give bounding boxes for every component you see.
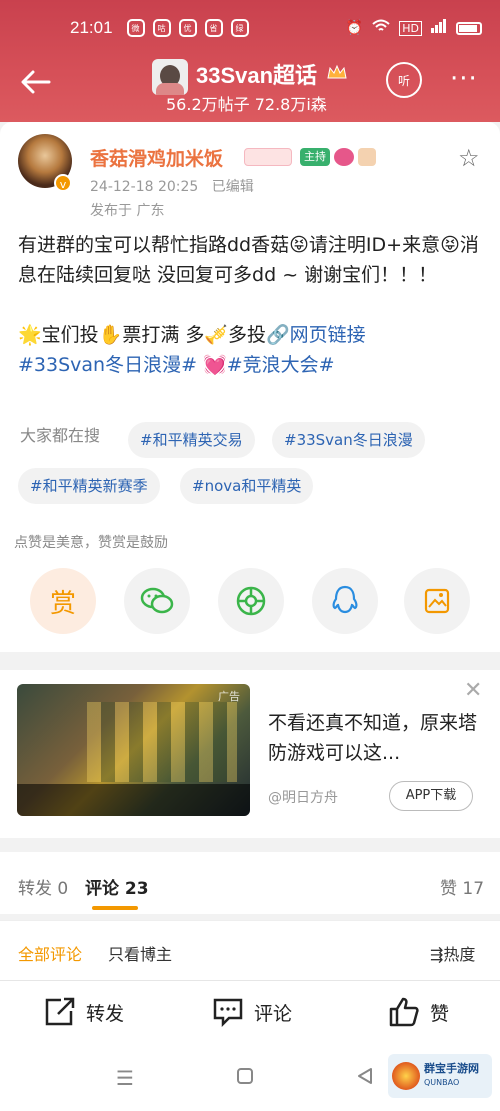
host-chip: 主持 — [300, 148, 330, 166]
hot-tag[interactable]: #33Svan冬日浪漫 — [272, 422, 425, 458]
moments-share-button[interactable] — [218, 568, 284, 634]
notification-icons: 微 咕 优 省 绿 — [126, 19, 249, 37]
author-name[interactable]: 香菇滑鸡加米饭 — [90, 144, 223, 171]
headphones-icon: 听 — [397, 73, 410, 88]
signal-icon — [431, 19, 447, 37]
watermark-text: 群宝手游网 — [424, 1062, 479, 1075]
topic-avatar[interactable] — [152, 59, 188, 95]
save-image-icon — [424, 588, 450, 614]
bag-notify-icon: 优 — [178, 19, 197, 37]
repost-button[interactable]: 转发 — [44, 997, 124, 1027]
close-icon[interactable]: ✕ — [464, 678, 482, 703]
listen-button[interactable]: 听 — [386, 62, 422, 98]
post-paragraph: 有进群的宝可以帮忙指路dd香菇😝请注明ID+来意😝消息在陆续回复哒 没回复可多d… — [18, 234, 479, 286]
action-bar: 转发 评论 赞 — [0, 980, 500, 1048]
sort-hot[interactable]: ⇶热度 — [430, 941, 475, 965]
favorite-star-icon[interactable]: ☆ — [458, 144, 480, 172]
ad-tag: 广告 — [218, 690, 240, 703]
ad-image-bottom-bar — [17, 784, 250, 816]
filter-all-comments[interactable]: 全部评论 — [18, 941, 82, 965]
app-notify-icon: 咕 — [152, 19, 171, 37]
fan-badge-icon — [334, 148, 354, 166]
back-icon[interactable] — [20, 66, 52, 98]
hot-tag[interactable]: #nova和平精英 — [180, 468, 314, 504]
ad-source: @明日方舟 — [268, 790, 338, 806]
sort-icon: ⇶ — [430, 945, 444, 964]
share-row: 赏 — [0, 568, 500, 638]
watermark: 群宝手游网 QUNBAO — [388, 1054, 492, 1098]
post-topic-line: #33Svan冬日浪漫# 💓#竞浪大会# — [18, 354, 335, 376]
top-header: 21:01 微 咕 优 省 绿 ⏰ HD 33Svan超话 56.2万帖子 72… — [0, 0, 500, 122]
tab-comment[interactable]: 评论 23 — [85, 874, 149, 899]
wifi-icon — [372, 19, 390, 37]
status-time: 21:01 — [70, 18, 113, 37]
menu-icon[interactable]: ☰ — [116, 1066, 134, 1090]
praise-note: 点赞是美意，赞赏是鼓励 — [14, 535, 168, 551]
sticker-icon — [358, 148, 376, 166]
post-card: v 香菇滑鸡加米饭 主持 24-12-18 20:25 已编辑 发布于 广东 ☆… — [0, 122, 500, 652]
like-button[interactable]: 赞 — [388, 997, 449, 1027]
chat-notify-icon: 绿 — [230, 19, 249, 37]
web-link[interactable]: 🔗网页链接 — [266, 324, 366, 346]
post-body: 有进群的宝可以帮忙指路dd香菇😝请注明ID+来意😝消息在陆续回复哒 没回复可多d… — [18, 230, 480, 380]
topic-link-jinglang[interactable]: #竞浪大会# — [227, 354, 335, 376]
hot-search-label: 大家都在搜 — [20, 426, 101, 445]
topic-link-svan[interactable]: #33Svan冬日浪漫# — [18, 354, 197, 376]
app-download-button[interactable]: APP下载 — [389, 781, 473, 811]
status-bar: 21:01 微 咕 优 省 绿 ⏰ HD — [0, 0, 500, 56]
post-location: 发布于 广东 — [90, 203, 165, 219]
repost-icon — [45, 997, 75, 1026]
wechat-share-button[interactable] — [124, 568, 190, 634]
back-nav-icon[interactable] — [356, 1066, 374, 1090]
game-board-graphic — [87, 702, 237, 782]
weibo-notify-icon: 微 — [126, 19, 145, 37]
verified-badge-icon: v — [54, 174, 72, 192]
qq-share-button[interactable] — [312, 568, 378, 634]
tab-underline — [92, 906, 138, 910]
post-time: 24-12-18 20:25 已编辑 — [90, 179, 254, 195]
hot-tag[interactable]: #和平精英交易 — [128, 422, 255, 458]
ad-card[interactable]: 广告 ✕ 不看还真不知道，原来塔防游戏可以这... @明日方舟 APP下载 — [0, 670, 500, 838]
system-indicators: ⏰ HD — [346, 19, 482, 37]
level-badge-icon — [244, 148, 292, 166]
reward-button[interactable]: 赏 — [30, 568, 96, 634]
more-icon[interactable]: ··· — [450, 64, 478, 94]
wechat-icon — [140, 587, 174, 614]
hot-tag[interactable]: #和平精英新赛季 — [18, 468, 160, 504]
watermark-subtext: QUNBAO — [424, 1078, 460, 1087]
tab-like[interactable]: 赞 17 — [440, 874, 484, 899]
topic-nav: 33Svan超话 56.2万帖子 72.8万i森 听 ··· — [0, 56, 500, 116]
alarm-icon: ⏰ — [345, 20, 364, 36]
comment-filter: 全部评论 只看博主 ⇶热度 — [0, 920, 500, 980]
post-vote-line: 🌟宝们投✋票打满 多🎺多投🔗网页链接 — [18, 324, 366, 346]
qq-icon — [332, 585, 358, 614]
save-image-button[interactable] — [404, 568, 470, 634]
comment-icon — [213, 998, 243, 1027]
topic-stats: 56.2万帖子 72.8万i森 — [166, 95, 327, 114]
topic-title[interactable]: 33Svan超话 — [196, 58, 317, 90]
moments-icon — [236, 586, 266, 616]
battery-icon — [456, 21, 482, 35]
filter-author-only[interactable]: 只看博主 — [108, 941, 172, 965]
post-tabs: 转发 0 评论 23 赞 17 — [0, 852, 500, 914]
ad-headline: 不看还真不知道，原来塔防游戏可以这... — [268, 712, 478, 764]
hd-icon: HD — [399, 20, 422, 36]
comment-button[interactable]: 评论 — [212, 997, 292, 1027]
watermark-logo-icon — [392, 1062, 420, 1090]
ad-image[interactable]: 广告 — [17, 684, 250, 816]
thumbs-up-icon — [389, 997, 419, 1027]
tab-repost[interactable]: 转发 0 — [18, 874, 68, 899]
home-icon[interactable] — [236, 1066, 254, 1090]
smile-notify-icon: 省 — [204, 19, 223, 37]
crown-icon — [326, 64, 348, 80]
